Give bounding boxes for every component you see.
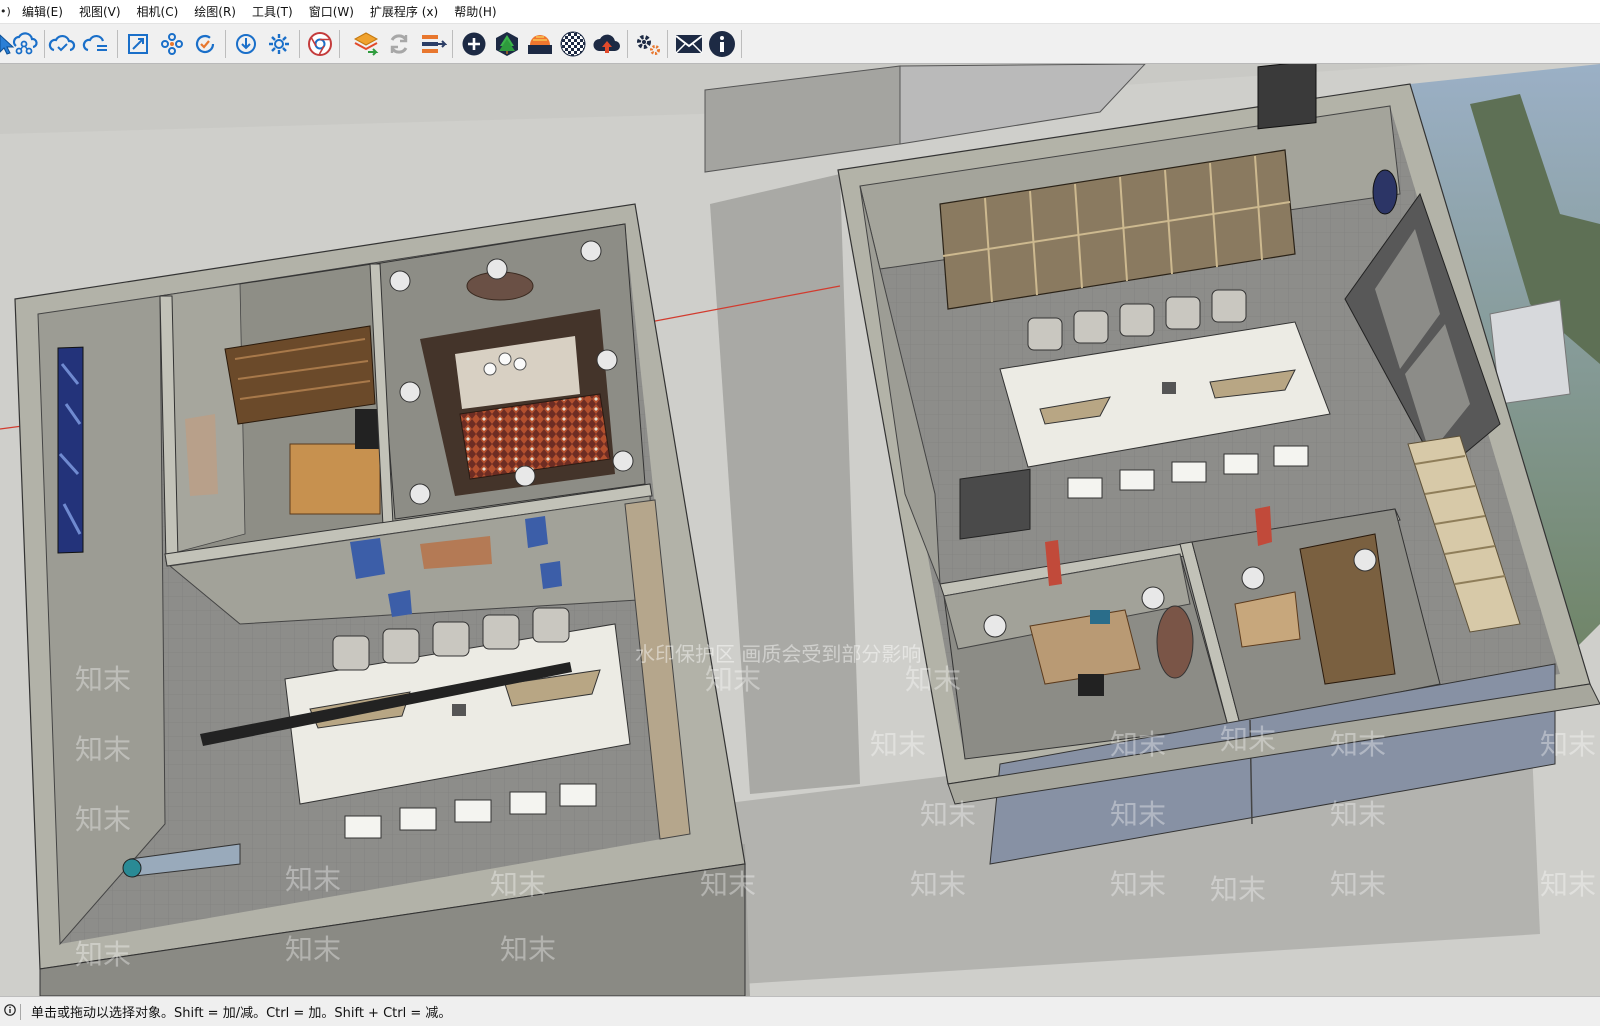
cloud-network-icon[interactable] [8, 28, 40, 60]
tv-screen [959, 468, 1031, 540]
watermark: 知末 [1110, 798, 1166, 831]
watermark: 知末 [75, 803, 131, 836]
menu-draw[interactable]: 绘图(R) [186, 3, 244, 20]
status-divider [20, 1003, 21, 1020]
fridge [355, 409, 380, 449]
mail-icon[interactable] [673, 28, 705, 60]
refresh-icon[interactable] [383, 28, 415, 60]
layer-arrow-icon[interactable] [350, 28, 382, 60]
round-rug [1156, 605, 1194, 679]
check-refresh-icon[interactable] [189, 28, 221, 60]
watermark: 知末 [705, 663, 761, 696]
model-scene[interactable]: 知末 知末 知末 知末 知末 知末 知末 知末 知末 知末 知末 知末 知末 知… [0, 64, 1600, 996]
watermark: 知末 [490, 868, 546, 901]
zoom-extents-icon[interactable] [122, 28, 154, 60]
menu-window[interactable]: 窗口(W) [301, 3, 362, 20]
table-centerpiece [452, 704, 466, 716]
menu-edit[interactable]: 编辑(E) [14, 3, 71, 20]
wall-decor [525, 516, 548, 548]
pendant-lamp [409, 483, 431, 505]
pendant-lamp [399, 381, 421, 403]
pendant-lamp [580, 240, 602, 262]
pendant-lamp [612, 450, 634, 472]
menu-truncated-item[interactable]: •) [0, 5, 14, 18]
pendant-lamp [389, 270, 411, 292]
watermark: 知末 [75, 938, 131, 971]
blue-painting [57, 346, 84, 554]
checker-sphere-icon[interactable] [557, 28, 589, 60]
pendant-lamp [514, 465, 536, 487]
menu-help[interactable]: 帮助(H) [446, 3, 504, 20]
watermark: 知末 [1110, 868, 1166, 901]
wall-clock [1372, 169, 1398, 215]
menu-extensions[interactable]: 扩展程序 (x) [362, 3, 446, 20]
status-message: 单击或拖动以选择对象。Shift = 加/减。Ctrl = 加。Shift + … [31, 1006, 452, 1021]
watermark: 知末 [1540, 728, 1596, 761]
pendant-lamp [596, 349, 618, 371]
watermark: 知末 [75, 733, 131, 766]
chrome-icon[interactable] [304, 28, 336, 60]
kitchen-island [289, 443, 381, 515]
table-centerpiece [1162, 382, 1176, 394]
office-chair [1078, 674, 1104, 696]
chandelier [513, 357, 527, 371]
wall-decor [350, 538, 385, 579]
pendant-lamp [1141, 586, 1165, 610]
watermark: 知末 [500, 933, 556, 966]
model-viewport[interactable]: 知末 知末 知末 知末 知末 知末 知末 知末 知末 知末 知末 知末 知末 知… [0, 64, 1600, 996]
components-icon[interactable] [156, 28, 188, 60]
watermark: 知末 [910, 868, 966, 901]
watermark: 知末 [75, 663, 131, 696]
sunset-icon[interactable] [524, 28, 556, 60]
status-bar: 单击或拖动以选择对象。Shift = 加/减。Ctrl = 加。Shift + … [0, 996, 1600, 1026]
chandelier [483, 362, 497, 376]
menu-tools[interactable]: 工具(T) [244, 3, 301, 20]
watermark: 知末 [1220, 723, 1276, 756]
tree-hex-icon[interactable] [491, 28, 523, 60]
wall-decor [388, 590, 412, 617]
printer [1257, 64, 1317, 130]
menu-bar: •) 编辑(E) 视图(V) 相机(C) 绘图(R) 工具(T) 窗口(W) 扩… [0, 0, 1600, 24]
monitor [1090, 610, 1110, 624]
watermark: 知末 [285, 933, 341, 966]
right-building[interactable] [837, 64, 1600, 865]
cloud-list-icon[interactable] [80, 28, 112, 60]
chandelier [498, 352, 512, 366]
cloud-upload-icon[interactable] [591, 28, 623, 60]
wall-decor [540, 561, 562, 589]
watermark: 知末 [1110, 728, 1166, 761]
pendant-lamp [486, 258, 508, 280]
watermark: 知末 [905, 663, 961, 696]
left-building[interactable] [14, 203, 746, 996]
settings-icon[interactable] [263, 28, 295, 60]
menu-camera[interactable]: 相机(C) [129, 3, 187, 20]
plus-circle-icon[interactable] [458, 28, 490, 60]
pendant-lamp [1241, 566, 1265, 590]
watermark: 知末 [1330, 868, 1386, 901]
pendant-lamp [1353, 548, 1377, 572]
info-icon[interactable] [706, 28, 738, 60]
wall-art [185, 414, 218, 496]
cloud-sync-icon[interactable] [46, 28, 78, 60]
watermark-notice: 水印保护区 画质会受到部分影响 [635, 642, 921, 666]
watermark: 知末 [1330, 798, 1386, 831]
watermark: 知末 [285, 863, 341, 896]
stack-arrow-icon[interactable] [417, 28, 449, 60]
pendant-lamp [983, 614, 1007, 638]
watermark: 知末 [1330, 728, 1386, 761]
download-icon[interactable] [230, 28, 262, 60]
distant-house [1489, 299, 1571, 405]
watermark: 知末 [1210, 873, 1266, 906]
gears-icon[interactable] [632, 28, 664, 60]
status-info-icon[interactable] [0, 1004, 20, 1019]
wall-hanging [1255, 506, 1272, 546]
toolbar [0, 24, 1600, 64]
watermark: 知末 [920, 798, 976, 831]
watermark: 知末 [870, 728, 926, 761]
watermark: 知末 [1540, 868, 1596, 901]
menu-view[interactable]: 视图(V) [71, 3, 129, 20]
watermark: 知末 [700, 868, 756, 901]
outdoor-fan [122, 858, 142, 878]
